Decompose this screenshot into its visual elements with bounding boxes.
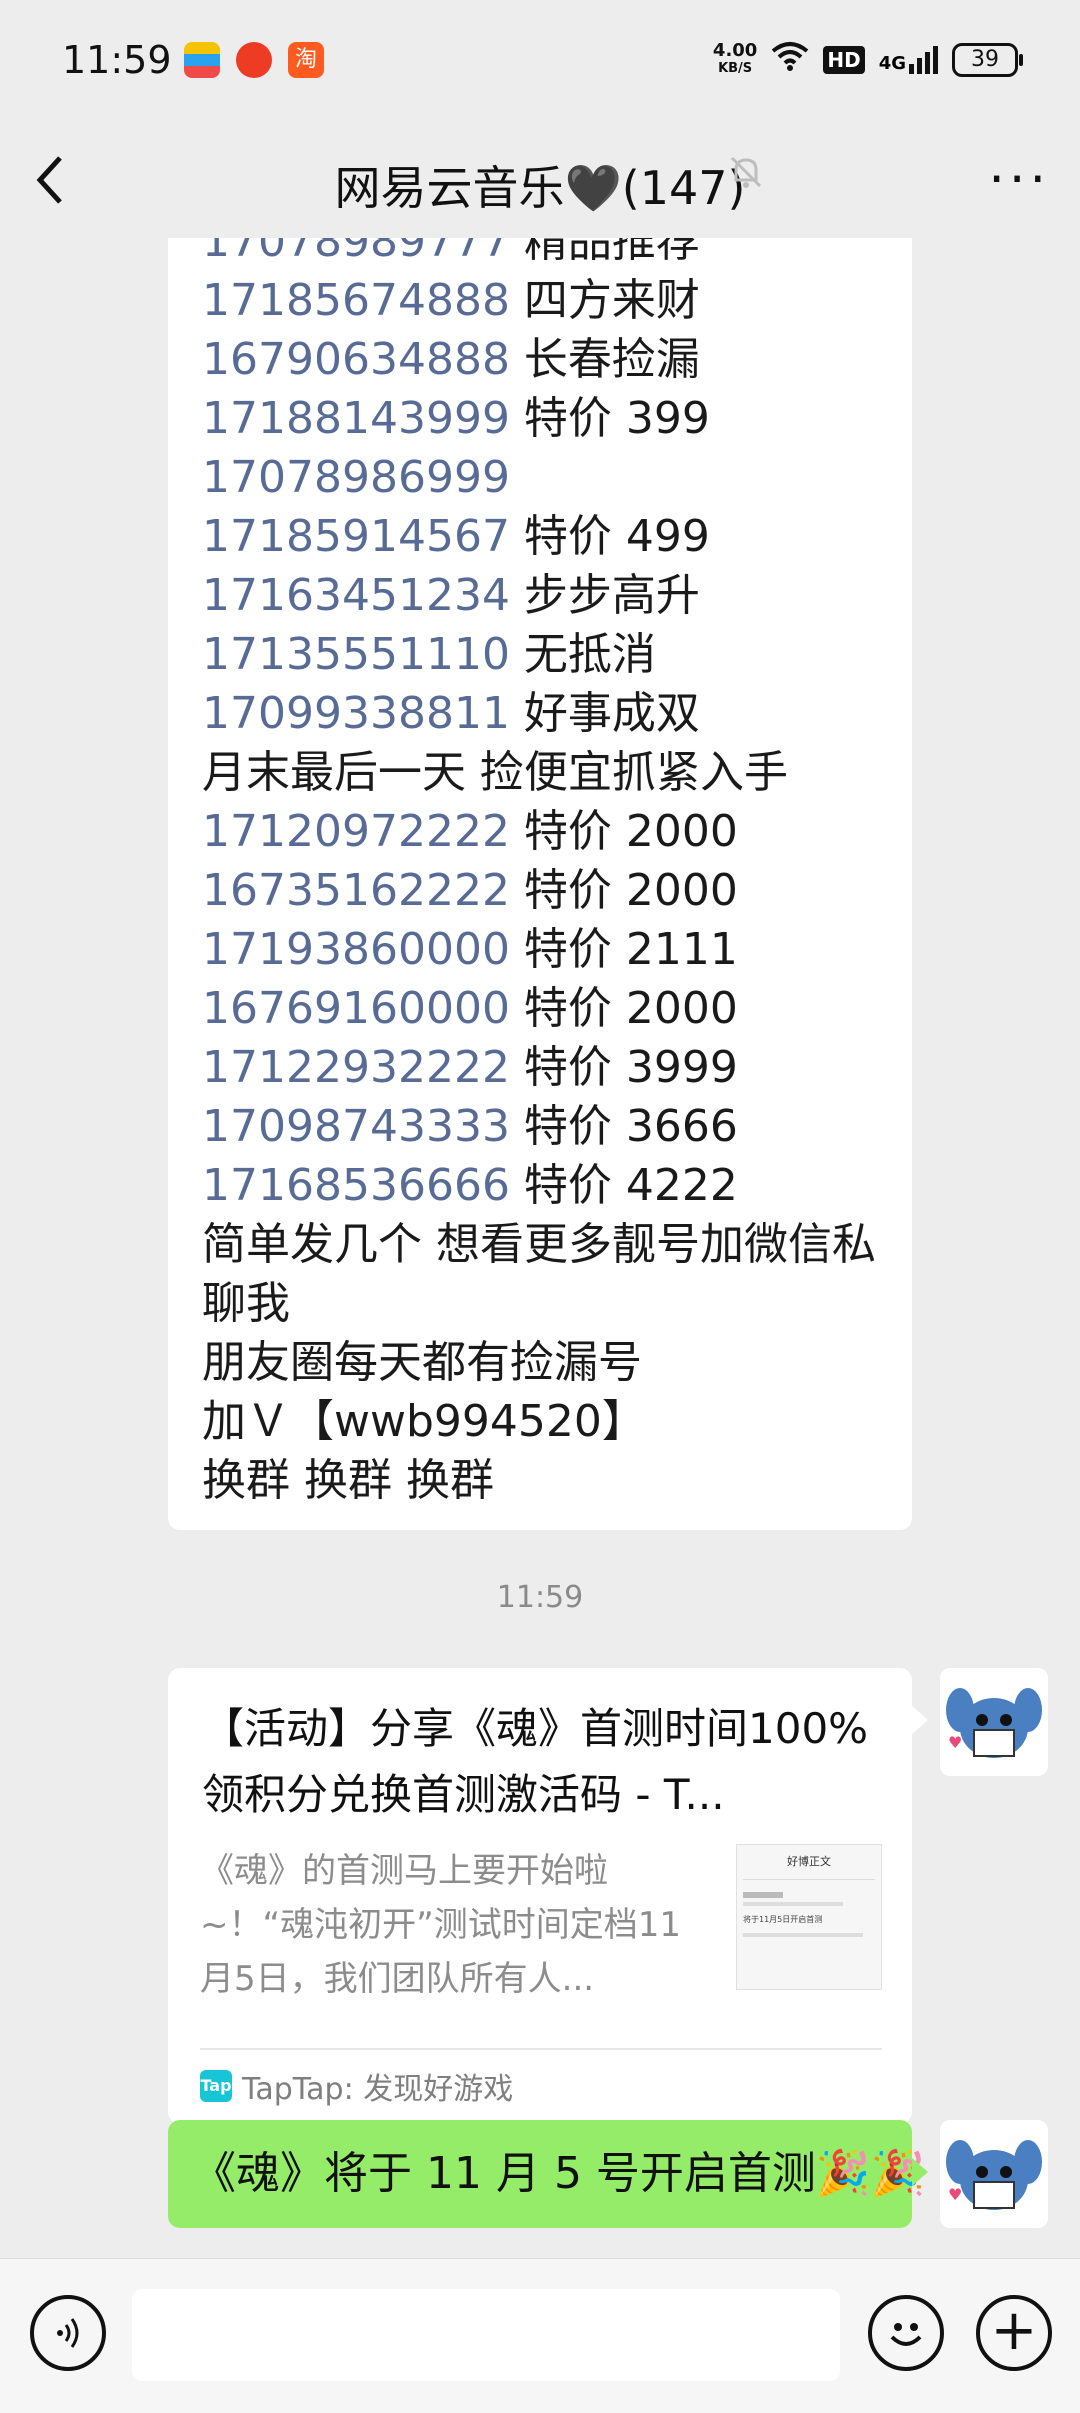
card-description: 《魂》的首测马上要开始啦~！“魂沌初开”测试时间定档11月5日，我们团队所有人.…: [200, 1851, 681, 1999]
message-line: 16790634888 长春捡漏: [202, 330, 876, 389]
message-text: 特价 2111: [509, 924, 738, 975]
message-text: 特价 2000: [509, 806, 738, 857]
svg-text:♥: ♥: [948, 2185, 962, 2204]
wifi-icon: [771, 40, 809, 80]
status-bar: 11:59 淘 4.00 KB/S HD 4G 39: [0, 0, 1080, 130]
message-line: 17135551110 无抵消: [202, 625, 876, 684]
status-right: 4.00 KB/S HD 4G 39: [712, 38, 1023, 82]
avatar[interactable]: ♥: [940, 2120, 1048, 2228]
taptap-icon: Tap: [200, 2070, 232, 2102]
phone-number-link[interactable]: 17078989777: [202, 238, 510, 267]
net-speed: 4.00 KB/S: [712, 40, 758, 77]
message-line: 17163451234 步步高升: [202, 566, 876, 625]
message-line: 17078989777 精品推荐: [202, 238, 876, 271]
phone-number-link[interactable]: 17078986999: [202, 452, 510, 503]
phone-number-link[interactable]: 17099338811: [202, 688, 510, 739]
message-text: 朋友圈每天都有捡漏号: [202, 1337, 642, 1388]
message-text: 特价 3666: [509, 1101, 738, 1152]
voice-input-icon[interactable]: [30, 2295, 106, 2371]
phone-number-link[interactable]: 17135551110: [202, 629, 510, 680]
chat-area[interactable]: 17078989777 精品推荐 17185674888 四方来财 16790634…: [0, 238, 1080, 2258]
shared-link-card[interactable]: 【活动】分享《魂》首测时间100%领积分兑换首测激活码 - T... 《魂》的首…: [168, 1668, 928, 2124]
avatar[interactable]: ♥: [940, 1668, 1048, 1776]
phone-number-link[interactable]: 16790634888: [202, 334, 510, 385]
message-input[interactable]: [132, 2289, 840, 2381]
chat-title: 网易云音乐🖤(147): [334, 161, 746, 215]
chat-header: 网易云音乐🖤(147) ···: [0, 130, 1080, 238]
message-text: 换群 换群 换群: [202, 1455, 494, 1506]
outgoing-message-bubble[interactable]: 《魂》将于 11 月 5 号开启首测🎉🎉: [168, 2120, 928, 2228]
emoji-icon[interactable]: [868, 2295, 944, 2371]
message-text: 无抵消: [509, 629, 656, 680]
svg-text:♥: ♥: [948, 1733, 962, 1752]
phone-number-link[interactable]: 17163451234: [202, 570, 510, 621]
phone-number-link[interactable]: 17193860000: [202, 924, 510, 975]
message-line: 16735162222 特价 2000: [202, 861, 876, 920]
incoming-message-bubble[interactable]: 17078989777 精品推荐 17185674888 四方来财 16790634…: [168, 238, 912, 1530]
message-text: 好事成双: [509, 688, 700, 739]
message-line: 17098743333 特价 3666: [202, 1097, 876, 1156]
phone-number-link[interactable]: 16769160000: [202, 983, 510, 1034]
message-text: 精品推荐: [509, 238, 700, 267]
input-bar: +: [0, 2258, 1080, 2413]
message-line: 17185914567 特价 499: [202, 507, 876, 566]
message-text: 简单发几个 想看更多靓号加微信私聊我: [202, 1219, 876, 1329]
message-text: 四方来财: [509, 275, 700, 326]
message-text: 特价 2000: [509, 865, 738, 916]
message-text: 特价 499: [509, 511, 710, 562]
message-text: 特价 399: [509, 393, 710, 444]
app-notification-icon: [236, 42, 272, 78]
message-line: 17193860000 特价 2111: [202, 920, 876, 979]
hd-badge: HD: [823, 46, 865, 74]
battery-icon: 39: [952, 43, 1023, 77]
phone-number-link[interactable]: 17185914567: [202, 511, 510, 562]
status-time: 11:59: [62, 38, 172, 82]
message-line: 17078986999: [202, 448, 876, 507]
message-line: 17188143999 特价 399: [202, 389, 876, 448]
phone-number-link[interactable]: 17098743333: [202, 1101, 510, 1152]
message-text: 步步高升: [509, 570, 700, 621]
message-timestamp: 11:59: [496, 1580, 584, 1615]
phone-number-link[interactable]: 16735162222: [202, 865, 510, 916]
message-text: 特价 4222: [509, 1160, 738, 1211]
message-text: 特价 3999: [509, 1042, 738, 1093]
signal-icon: 4G: [879, 46, 938, 74]
message-line: 16769160000 特价 2000: [202, 979, 876, 1038]
message-text: 特价 2000: [509, 983, 738, 1034]
message-line: 月末最后一天 捡便宜抓紧入手: [202, 743, 876, 802]
card-thumbnail: 好博正文 将于11月5日开启首测: [736, 1844, 882, 1990]
taobao-icon: 淘: [288, 42, 324, 78]
message-line: 17099338811 好事成双: [202, 684, 876, 743]
message-line: 17122932222 特价 3999: [202, 1038, 876, 1097]
phone-number-link[interactable]: 17188143999: [202, 393, 510, 444]
phone-number-link[interactable]: 17122932222: [202, 1042, 510, 1093]
wallet-app-icon: [184, 42, 220, 78]
card-source: Tap TapTap: 发现好游戏: [200, 2048, 882, 2108]
message-text: 长春捡漏: [509, 334, 700, 385]
message-line: 17168536666 特价 4222: [202, 1156, 876, 1215]
phone-number-link[interactable]: 17120972222: [202, 806, 510, 857]
message-line: 17185674888 四方来财: [202, 271, 876, 330]
message-text: 月末最后一天 捡便宜抓紧入手: [202, 747, 788, 798]
muted-bell-icon: [726, 152, 766, 201]
phone-number-link[interactable]: 17168536666: [202, 1160, 510, 1211]
phone-number-link[interactable]: 17185674888: [202, 275, 510, 326]
plus-icon[interactable]: +: [976, 2295, 1052, 2371]
more-options-icon[interactable]: ···: [988, 150, 1050, 210]
card-title: 【活动】分享《魂》首测时间100%领积分兑换首测激活码 - T...: [202, 1704, 869, 1819]
message-text: 加Ｖ【wwb994520】: [202, 1396, 646, 1447]
message-line: 17120972222 特价 2000: [202, 802, 876, 861]
